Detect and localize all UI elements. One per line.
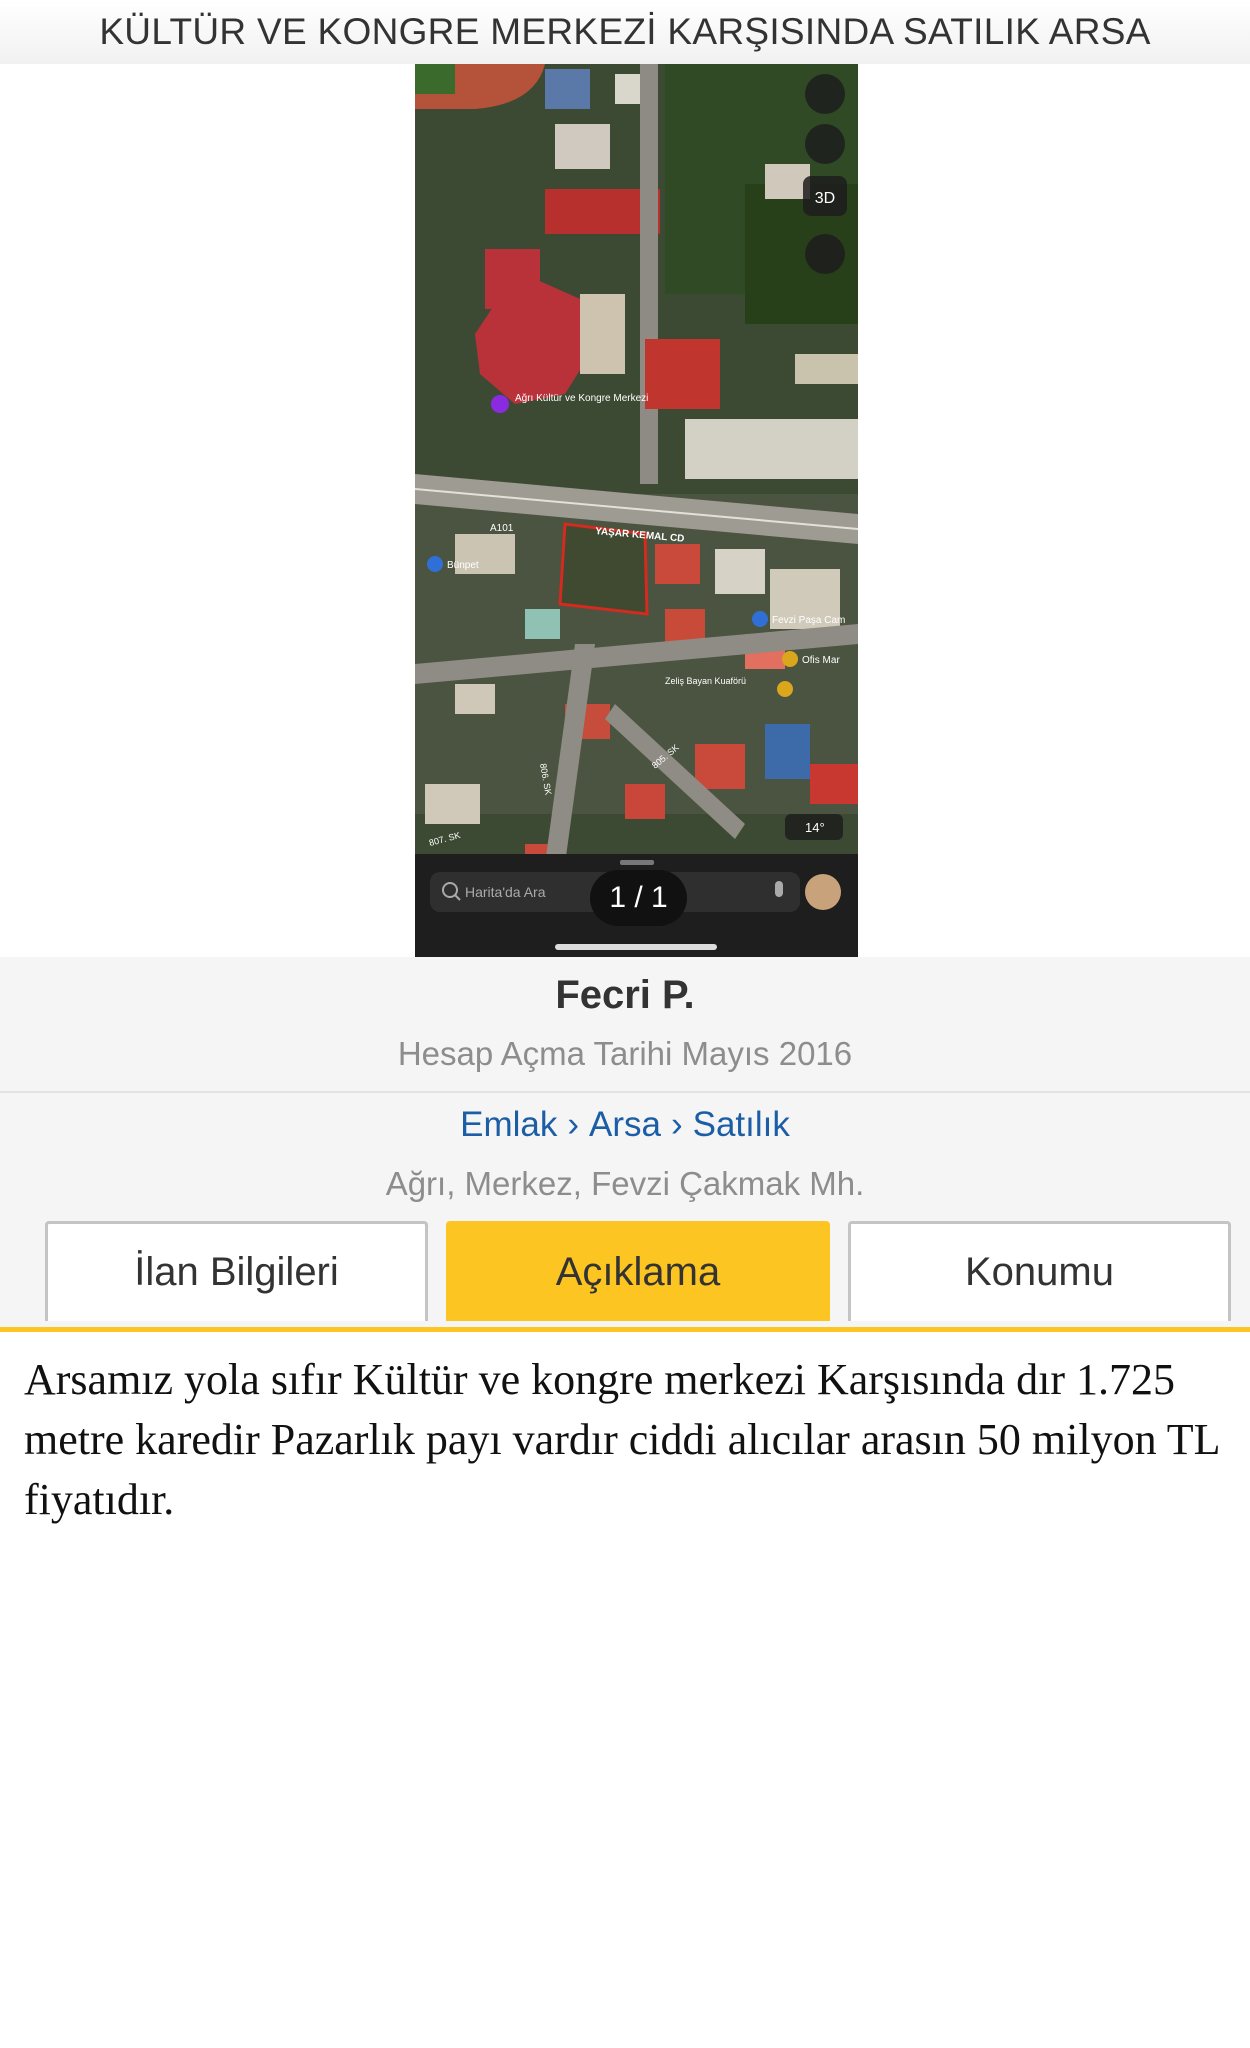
map-3d-label: 3D [815,190,835,207]
tab-aciklama[interactable]: Açıklama [446,1221,830,1321]
map-label-ofis: Ofis Mar [802,655,840,666]
seller-since: Hesap Açma Tarihi Mayıs 2016 [397,1035,853,1072]
map-label-zelis: Zeliş Bayan Kuaförü [665,676,746,686]
breadcrumb-emlak[interactable]: Emlak [460,1105,557,1144]
listing-description: Arsamız yola sıfır Kültür ve kongre merk… [24,1355,1219,1524]
map-search-placeholder: Harita'da Ara [465,884,546,900]
breadcrumb-satilik[interactable]: Satılık [693,1105,790,1144]
map-weather-label: 14° [805,820,825,835]
breadcrumb-separator: › [567,1105,579,1144]
listing-location: Ağrı, Merkez, Fevzi Çakmak Mh. [385,1165,865,1202]
breadcrumb-separator: › [670,1105,683,1144]
seller-info: Fecri P. Hesap Açma Tarihi Mayıs 2016 [0,957,1250,1093]
tab-ilan-bilgileri[interactable]: İlan Bilgileri [45,1221,428,1321]
breadcrumb-arsa[interactable]: Arsa [589,1105,661,1144]
breadcrumb: Emlak › Arsa › Satılık [0,1105,1250,1145]
map-label-mosque: Fevzi Paşa Cam [772,615,845,626]
listing-photo[interactable]: 3D Ağrı Kültür ve Kongre Merkezi YAŞAR K… [415,64,858,957]
photo-counter: 1 / 1 [590,870,687,926]
map-label-bunpet: Bünpet [447,560,479,571]
seller-name[interactable]: Fecri P. [0,973,1250,1018]
map-label-a101: A101 [490,523,514,534]
map-label-kultur-merkezi: Ağrı Kültür ve Kongre Merkezi [515,393,648,404]
tab-bar: İlan Bilgileri Açıklama Konumu [0,1221,1250,1328]
listing-title: KÜLTÜR VE KONGRE MERKEZİ KARŞISINDA SATI… [0,0,1250,64]
tab-konumu[interactable]: Konumu [848,1221,1231,1321]
category-section: Emlak › Arsa › Satılık Ağrı, Merkez, Fevzi Ç… [0,1093,1250,1328]
satellite-map-image: 3D Ağrı Kültür ve Kongre Merkezi YAŞAR K… [415,64,858,957]
tab-underline [0,1327,1250,1332]
